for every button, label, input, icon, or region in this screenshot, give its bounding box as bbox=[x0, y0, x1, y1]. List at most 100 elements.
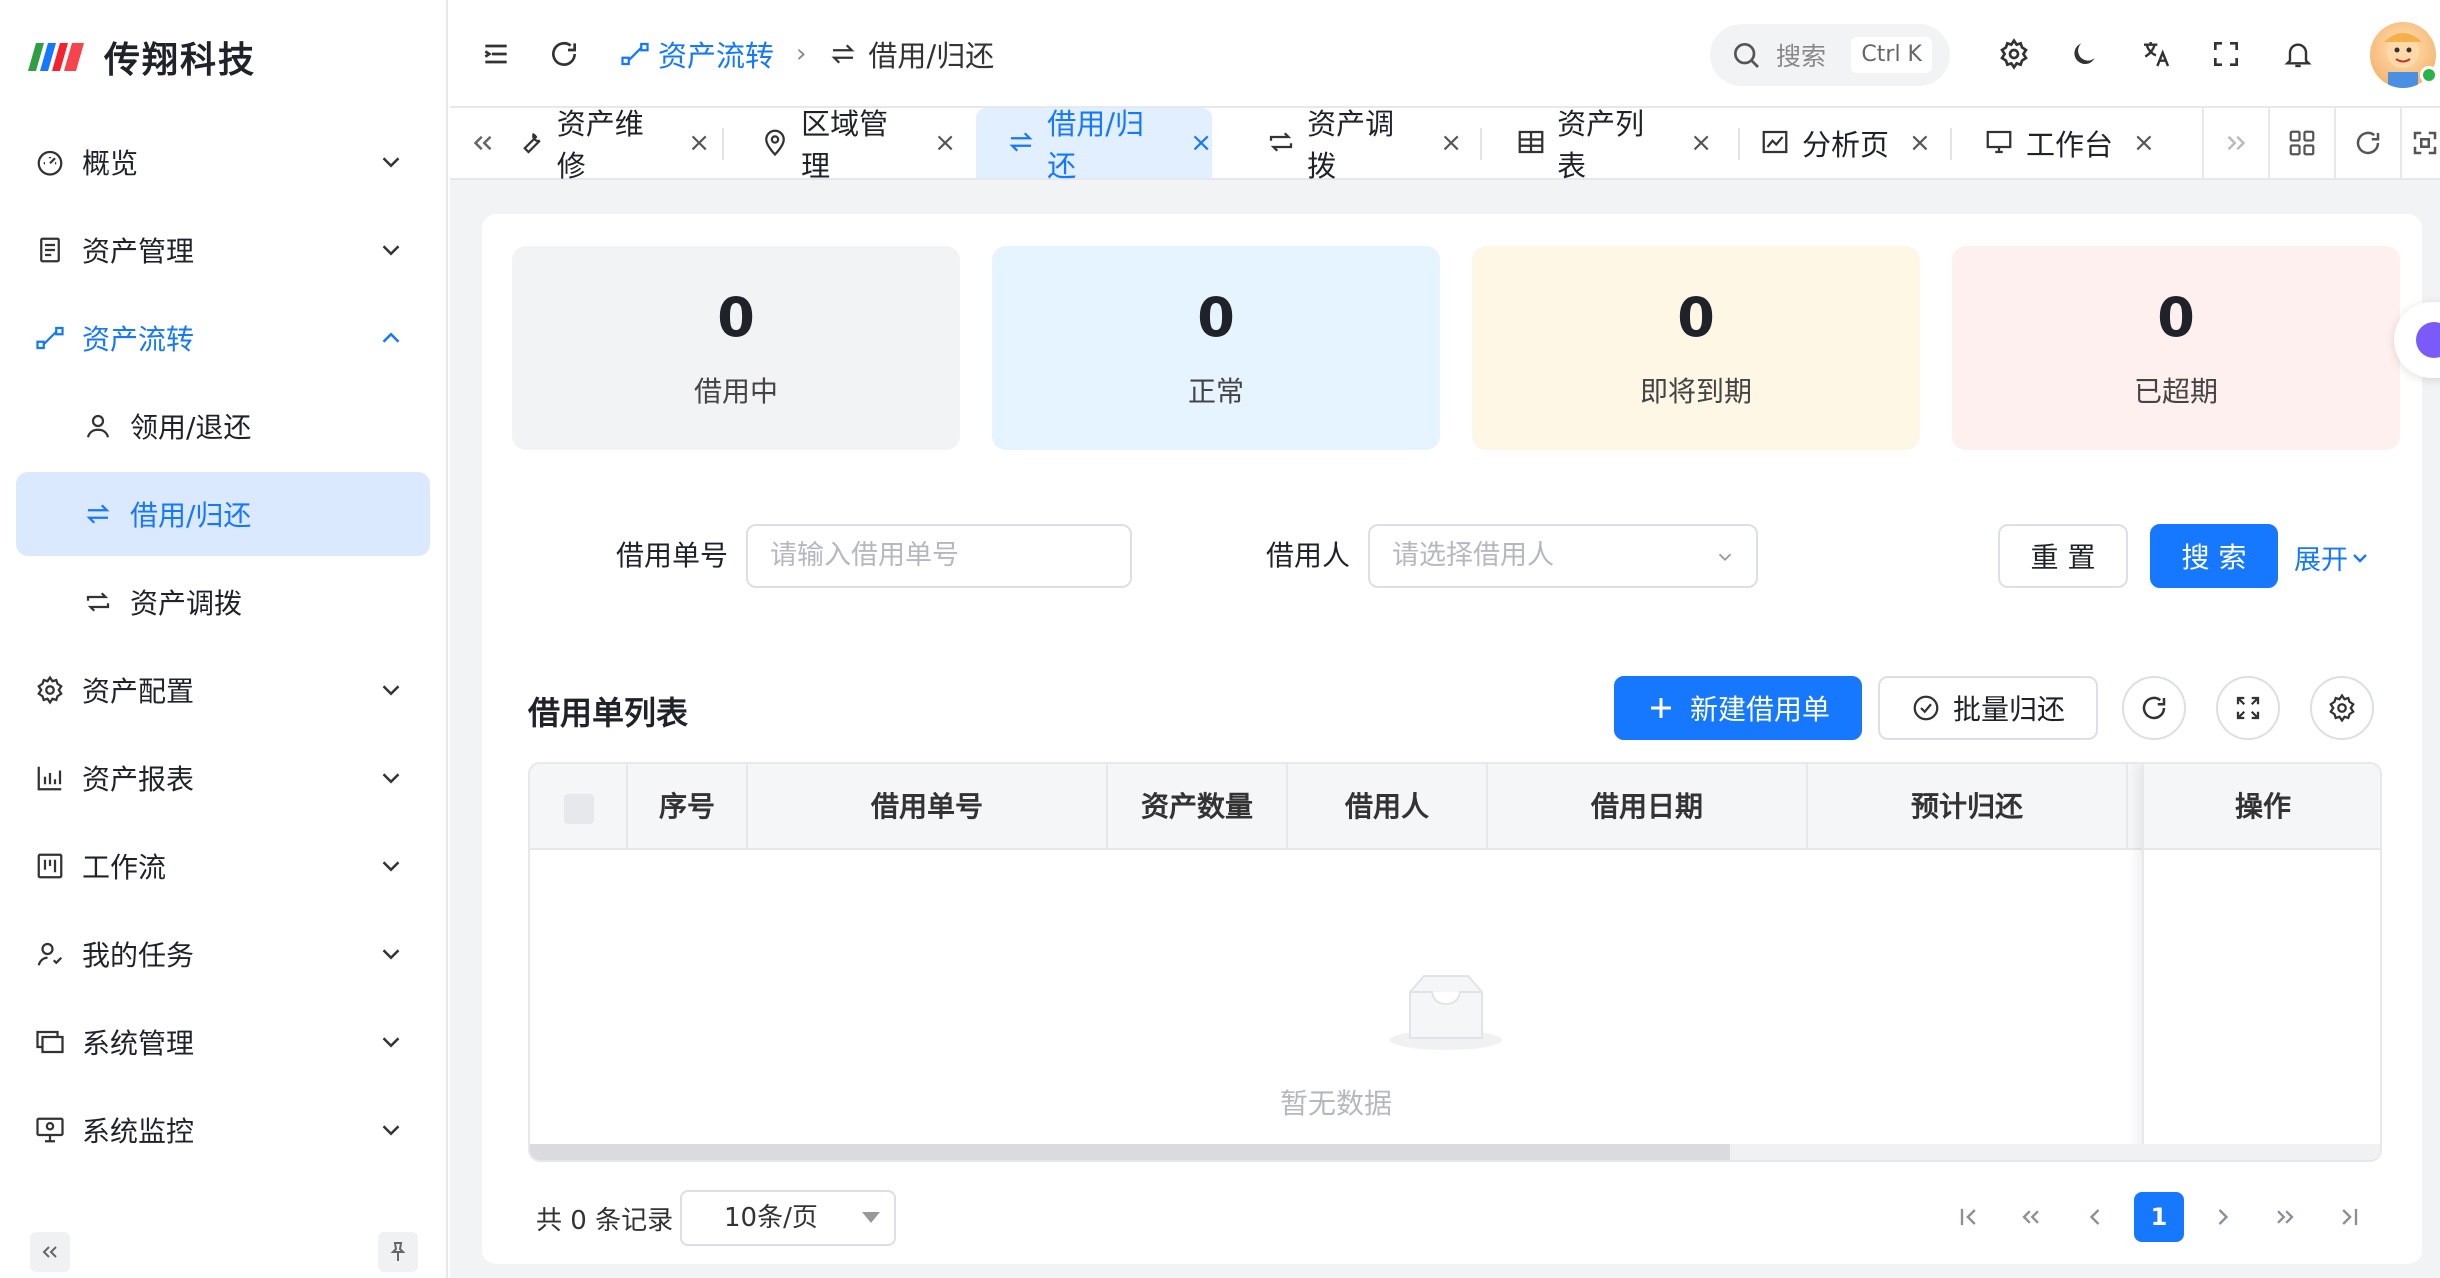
horizontal-scrollbar[interactable] bbox=[530, 1144, 2380, 1160]
borrower-placeholder: 请选择借用人 bbox=[1392, 540, 1554, 571]
expand-filters-link[interactable]: 展开 bbox=[2294, 538, 2372, 577]
tab-analysis[interactable]: 分析页 × bbox=[1760, 108, 1932, 178]
tab-asset-repair[interactable]: 资产维修 × bbox=[516, 107, 710, 183]
sidebar-item-label: 系统监控 bbox=[82, 1115, 195, 1148]
gear-icon bbox=[32, 672, 68, 708]
user-task-icon bbox=[32, 936, 68, 972]
chevron-down-icon bbox=[382, 1037, 400, 1048]
sidebar-item-system-monitor[interactable]: 系统监控 bbox=[16, 1088, 430, 1172]
list-title: 借用单列表 bbox=[528, 694, 689, 732]
borrower-select[interactable]: 请选择借用人 bbox=[1368, 524, 1758, 588]
batch-return-button[interactable]: 批量归还 bbox=[1878, 676, 2098, 740]
global-search[interactable]: 搜索 Ctrl K bbox=[1710, 24, 1950, 86]
scrollbar-thumb[interactable] bbox=[530, 1144, 1730, 1160]
last-page-button[interactable] bbox=[2324, 1192, 2374, 1242]
column-header-borrow-date[interactable]: 借用日期 bbox=[1488, 764, 1808, 850]
moon-icon bbox=[2074, 43, 2095, 64]
search-button[interactable]: 搜 索 bbox=[2150, 524, 2278, 588]
refresh-page-button[interactable] bbox=[546, 36, 582, 72]
tabs-scroll-left-button[interactable] bbox=[450, 108, 516, 178]
user-icon bbox=[80, 408, 116, 444]
new-borrow-order-button[interactable]: 新建借用单 bbox=[1614, 676, 1862, 740]
order-no-input[interactable]: 请输入借用单号 bbox=[746, 524, 1132, 588]
page-number-current[interactable]: 1 bbox=[2134, 1192, 2184, 1242]
column-header-borrower[interactable]: 借用人 bbox=[1288, 764, 1488, 850]
menu-fold-icon bbox=[484, 44, 507, 64]
sidebar-item-asset-config[interactable]: 资产配置 bbox=[16, 648, 430, 732]
theme-toggle-button[interactable] bbox=[2066, 36, 2102, 72]
tab-asset-transfer[interactable]: 资产调拨 × bbox=[1266, 107, 1462, 183]
sidebar-item-label: 资产配置 bbox=[82, 675, 195, 708]
sidebar-item-label: 资产管理 bbox=[82, 235, 195, 268]
sidebar-item-asset-management[interactable]: 资产管理 bbox=[16, 208, 430, 292]
collapse-sidebar-button[interactable] bbox=[30, 1232, 70, 1272]
next-five-pages-button[interactable] bbox=[2260, 1192, 2310, 1242]
tab-close-button[interactable]: × bbox=[2133, 128, 2155, 158]
tab-workbench[interactable]: 工作台 × bbox=[1984, 108, 2156, 178]
chevron-down-icon bbox=[382, 245, 400, 256]
sidebar-item-my-tasks[interactable]: 我的任务 bbox=[16, 912, 430, 996]
next-page-button[interactable] bbox=[2198, 1192, 2248, 1242]
sidebar-item-asset-transfer[interactable]: 资产调拨 bbox=[16, 560, 430, 644]
tab-close-button[interactable]: × bbox=[1690, 128, 1712, 158]
language-button[interactable] bbox=[2138, 36, 2174, 72]
sidebar-item-overview[interactable]: 概览 bbox=[16, 120, 430, 204]
tabs-scroll-right-button[interactable] bbox=[2202, 108, 2268, 178]
reset-button-label: 重 置 bbox=[2030, 541, 2096, 574]
maximize-content-button[interactable] bbox=[2400, 108, 2440, 178]
tab-close-button[interactable]: × bbox=[1190, 128, 1212, 158]
sidebar-item-borrow-return[interactable]: 借用/归还 bbox=[16, 472, 430, 556]
refresh-table-button[interactable] bbox=[2122, 676, 2186, 740]
menu-toggle-button[interactable] bbox=[478, 36, 514, 72]
tab-close-button[interactable]: × bbox=[1440, 128, 1462, 158]
reload-tab-button[interactable] bbox=[2334, 108, 2400, 178]
breadcrumb: 资产流转 › 借用/归还 bbox=[620, 30, 994, 78]
sidebar-item-label: 领用/退还 bbox=[130, 411, 252, 444]
column-header-index[interactable]: 序号 bbox=[628, 764, 748, 850]
borrow-order-table: 序号 借用单号 资产数量 借用人 借用日期 预计归还 操作 暂无数据 bbox=[528, 762, 2382, 1162]
batch-return-label: 批量归还 bbox=[1952, 693, 2065, 726]
swap-icon bbox=[1006, 127, 1037, 159]
tab-divider bbox=[722, 128, 724, 160]
column-header-asset-count[interactable]: 资产数量 bbox=[1108, 764, 1288, 850]
search-button-label: 搜 索 bbox=[2181, 541, 2247, 574]
chevron-down-icon bbox=[382, 157, 400, 168]
pin-sidebar-button[interactable] bbox=[378, 1232, 418, 1272]
chevron-up-icon bbox=[382, 332, 400, 343]
sidebar-item-receive-return[interactable]: 领用/退还 bbox=[16, 384, 430, 468]
select-all-checkbox[interactable] bbox=[564, 794, 594, 824]
monitor-settings-icon bbox=[32, 1112, 68, 1148]
sidebar-item-workflow[interactable]: 工作流 bbox=[16, 824, 430, 908]
tab-asset-list[interactable]: 资产列表 × bbox=[1516, 107, 1712, 183]
prev-page-button[interactable] bbox=[2070, 1192, 2120, 1242]
first-page-button[interactable] bbox=[1944, 1192, 1994, 1242]
prev-five-pages-button[interactable] bbox=[2006, 1192, 2056, 1242]
settings-button[interactable] bbox=[1996, 36, 2032, 72]
table-icon bbox=[1516, 127, 1547, 159]
order-no-label: 借用单号 bbox=[616, 539, 729, 572]
page-size-select[interactable]: 10条/页 bbox=[680, 1190, 896, 1246]
fullscreen-button[interactable] bbox=[2208, 36, 2244, 72]
logo[interactable]: 传翔科技 bbox=[28, 22, 256, 92]
breadcrumb-item-current: 借用/归还 bbox=[828, 33, 994, 75]
notification-button[interactable] bbox=[2280, 36, 2316, 72]
empty-state: 暂无数据 bbox=[530, 850, 2142, 1130]
reset-button[interactable]: 重 置 bbox=[1998, 524, 2128, 588]
table-fullscreen-button[interactable] bbox=[2216, 676, 2280, 740]
tab-label: 区域管理 bbox=[801, 107, 889, 183]
chevron-down-icon bbox=[382, 1125, 400, 1136]
tab-borrow-return[interactable]: 借用/归还 × bbox=[976, 107, 1212, 183]
sidebar-item-asset-report[interactable]: 资产报表 bbox=[16, 736, 430, 820]
column-header-order-no[interactable]: 借用单号 bbox=[748, 764, 1108, 850]
column-settings-button[interactable] bbox=[2310, 676, 2374, 740]
sidebar-item-system-management[interactable]: 系统管理 bbox=[16, 1000, 430, 1084]
tab-close-button[interactable]: × bbox=[688, 128, 710, 158]
breadcrumb-label: 资产流转 bbox=[658, 39, 775, 73]
tab-area-management[interactable]: 区域管理 × bbox=[760, 107, 956, 183]
tabs-menu-button[interactable] bbox=[2268, 108, 2334, 178]
column-header-expected-return[interactable]: 预计归还 bbox=[1808, 764, 2128, 850]
sidebar-item-asset-flow[interactable]: 资产流转 bbox=[16, 296, 430, 380]
breadcrumb-item-asset-flow[interactable]: 资产流转 bbox=[620, 33, 774, 75]
tab-close-button[interactable]: × bbox=[934, 128, 956, 158]
tab-close-button[interactable]: × bbox=[1909, 128, 1931, 158]
